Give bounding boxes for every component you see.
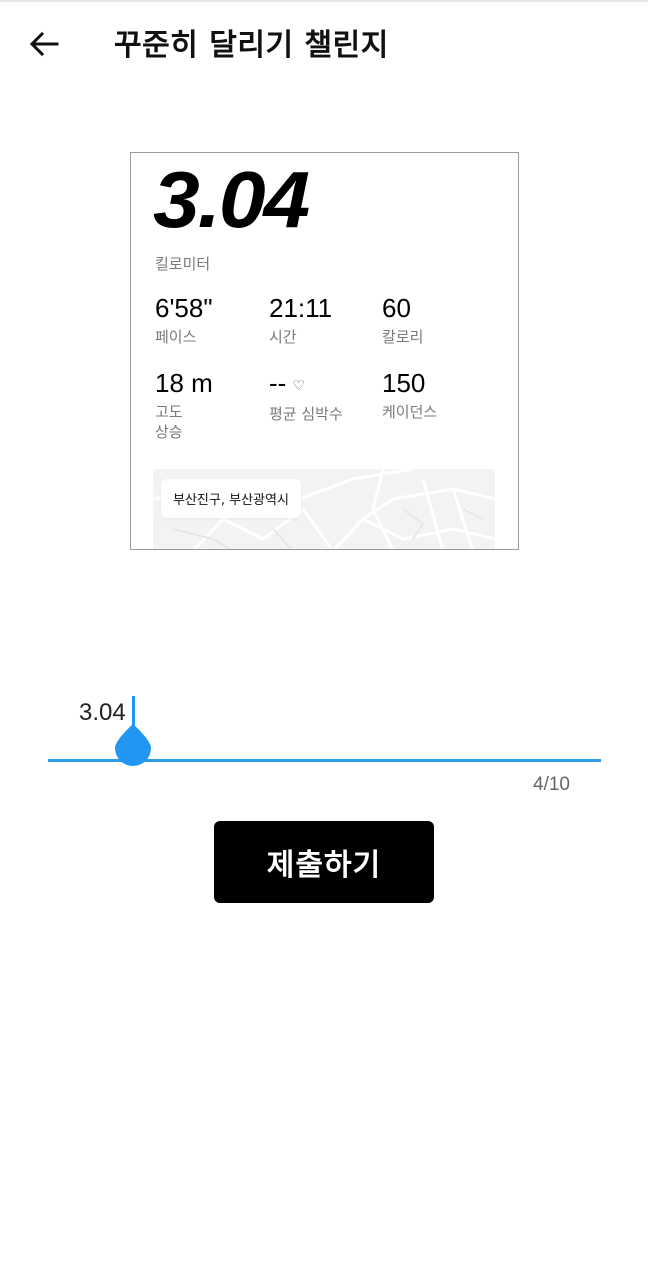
stat-value: 150 <box>382 368 426 398</box>
character-counter: 4/10 <box>533 774 570 795</box>
stat-elevation-gain: 18 m 고도 상승 <box>155 368 265 442</box>
page-title: 꾸준히 달리기 챌린지 <box>114 28 389 63</box>
stat-label: 시간 <box>269 328 297 346</box>
text-selection-handle[interactable] <box>114 724 152 766</box>
stat-value: 18 m <box>155 368 213 398</box>
heart-outline-icon: ♡ <box>292 377 305 394</box>
stat-value: -- <box>269 368 287 398</box>
distance-input-area: 3.04 4/10 <box>0 680 648 810</box>
submit-button[interactable]: 제출하기 <box>214 821 434 903</box>
stat-label: 페이스 <box>155 328 197 346</box>
stat-label: 고도 상승 <box>155 403 183 441</box>
back-button[interactable] <box>20 24 68 68</box>
stat-label: 칼로리 <box>382 328 424 346</box>
stat-label: 평균 심박수 <box>269 405 343 424</box>
stat-avg-heart-rate: -- ♡ 평균 심박수 <box>269 368 379 424</box>
arrow-left-icon <box>29 31 59 61</box>
distance-input-value[interactable]: 3.04 <box>79 699 126 727</box>
stat-time: 21:11 시간 <box>269 293 379 347</box>
stat-value-row: -- ♡ <box>269 368 379 400</box>
stat-label: 케이던스 <box>382 403 438 421</box>
stat-cadence: 150 케이던스 <box>382 368 492 422</box>
stat-value: 60 <box>382 293 411 323</box>
location-label: 부산진구, 부산광역시 <box>161 479 301 518</box>
distance-unit-label: 킬로미터 <box>155 255 211 273</box>
status-divider <box>0 0 648 2</box>
run-summary-card: 3.04 킬로미터 6'58" 페이스 21:11 시간 60 칼로리 18 m… <box>130 152 519 550</box>
distance-value: 3.04 <box>153 155 310 244</box>
route-map: 부산진구, 부산광역시 <box>153 469 495 549</box>
stat-value: 6'58" <box>155 293 213 323</box>
stat-calories: 60 칼로리 <box>382 293 492 347</box>
stat-value: 21:11 <box>269 293 333 323</box>
stat-pace: 6'58" 페이스 <box>155 293 265 347</box>
